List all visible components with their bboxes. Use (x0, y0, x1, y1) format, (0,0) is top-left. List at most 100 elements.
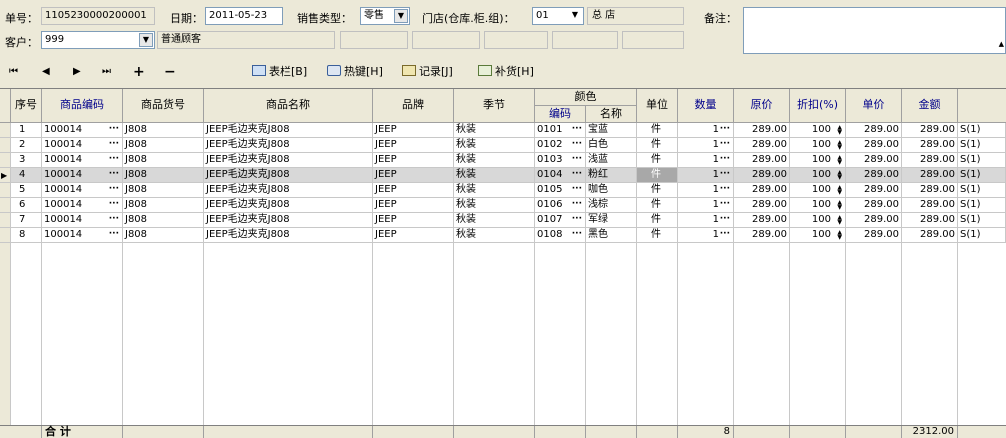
cell-color-code[interactable]: 0107 ··· (535, 213, 586, 228)
customer-select[interactable]: 999 ▼ (41, 31, 155, 49)
cell-seq[interactable]: 4 (11, 168, 42, 183)
cell-amount[interactable]: 289.00 (902, 228, 958, 243)
cell-amount[interactable]: 289.00 (902, 123, 958, 138)
cell-item-no[interactable]: J808 (123, 198, 204, 213)
table-row[interactable]: 8 100014 ··· J808 JEEP毛边夹克J808 JEEP 秋装 0108 ··· 黑… (0, 228, 1006, 243)
col-header-season[interactable]: 季节 (454, 89, 535, 123)
ellipsis-icon[interactable]: ··· (109, 123, 119, 135)
cell-size[interactable]: S(1) (958, 213, 1006, 228)
cell-unit[interactable]: 件 (637, 153, 678, 168)
cell-brand[interactable]: JEEP (373, 168, 454, 183)
cell-brand[interactable]: JEEP (373, 228, 454, 243)
cell-color-code[interactable]: 0101 ··· (535, 123, 586, 138)
chevron-down-icon[interactable]: ▼ (568, 9, 582, 23)
cell-amount[interactable]: 289.00 (902, 153, 958, 168)
ellipsis-icon[interactable]: ··· (572, 153, 582, 165)
col-header-amount[interactable]: 金额 (902, 89, 958, 123)
cell-item-no[interactable]: J808 (123, 228, 204, 243)
ellipsis-icon[interactable]: ··· (109, 153, 119, 165)
cell-size[interactable]: S(1) (958, 168, 1006, 183)
cell-discount[interactable]: 100 ▲ ▼ (790, 228, 846, 243)
spinner-icon[interactable]: ▲ ▼ (837, 140, 842, 151)
col-header-color[interactable]: 颜色 (535, 89, 637, 106)
cell-qty[interactable]: 1 ··· (678, 213, 734, 228)
cell-qty[interactable]: 1 ··· (678, 123, 734, 138)
cell-season[interactable]: 秋装 (454, 153, 535, 168)
cell-size[interactable]: S(1) (958, 138, 1006, 153)
cell-color-code[interactable]: 0106 ··· (535, 198, 586, 213)
cell-season[interactable]: 秋装 (454, 138, 535, 153)
cell-color-name[interactable]: 浅蓝 (586, 153, 637, 168)
cell-qty[interactable]: 1 ··· (678, 168, 734, 183)
cell-qty[interactable]: 1 ··· (678, 198, 734, 213)
cell-brand[interactable]: JEEP (373, 183, 454, 198)
ellipsis-icon[interactable]: ··· (109, 198, 119, 210)
cell-item-code[interactable]: 100014 ··· (42, 213, 123, 228)
cell-item-code[interactable]: 100014 ··· (42, 183, 123, 198)
cell-discount[interactable]: 100 ▲ ▼ (790, 183, 846, 198)
cell-price[interactable]: 289.00 (734, 168, 790, 183)
cell-price[interactable]: 289.00 (734, 183, 790, 198)
col-header-price[interactable]: 原价 (734, 89, 790, 123)
cell-brand[interactable]: JEEP (373, 198, 454, 213)
cell-amount[interactable]: 289.00 (902, 198, 958, 213)
date-field[interactable]: 2011-05-23 (205, 7, 283, 25)
ellipsis-icon[interactable]: ··· (572, 228, 582, 240)
col-header-qty[interactable]: 数量 (678, 89, 734, 123)
first-record-icon[interactable]: ⏮ (9, 62, 18, 82)
cell-amount[interactable]: 289.00 (902, 168, 958, 183)
table-row[interactable]: 3 100014 ··· J808 JEEP毛边夹克J808 JEEP 秋装 0103 ··· 浅… (0, 153, 1006, 168)
record-button[interactable]: 记录[J] (402, 62, 453, 82)
cell-color-name[interactable]: 军绿 (586, 213, 637, 228)
cell-unit-price[interactable]: 289.00 (846, 198, 902, 213)
ellipsis-icon[interactable]: ··· (720, 198, 730, 210)
cell-unit[interactable]: 件 (637, 168, 678, 183)
ellipsis-icon[interactable]: ··· (720, 123, 730, 135)
cell-seq[interactable]: 1 (11, 123, 42, 138)
ellipsis-icon[interactable]: ··· (109, 183, 119, 195)
sale-type-select[interactable]: 零售 ▼ (360, 7, 410, 25)
cell-color-name[interactable]: 粉红 (586, 168, 637, 183)
cell-seq[interactable]: 3 (11, 153, 42, 168)
cell-season[interactable]: 秋装 (454, 213, 535, 228)
cell-brand[interactable]: JEEP (373, 138, 454, 153)
cell-discount[interactable]: 100 ▲ ▼ (790, 168, 846, 183)
cell-season[interactable]: 秋装 (454, 168, 535, 183)
cell-color-name[interactable]: 白色 (586, 138, 637, 153)
cell-unit-price[interactable]: 289.00 (846, 123, 902, 138)
cell-season[interactable]: 秋装 (454, 183, 535, 198)
cell-item-no[interactable]: J808 (123, 213, 204, 228)
col-header-seq[interactable]: 序号 (11, 89, 42, 123)
cell-item-name[interactable]: JEEP毛边夹克J808 (204, 198, 373, 213)
cell-color-code[interactable]: 0105 ··· (535, 183, 586, 198)
cell-color-code[interactable]: 0108 ··· (535, 228, 586, 243)
cell-color-name[interactable]: 宝蓝 (586, 123, 637, 138)
cell-color-code[interactable]: 0102 ··· (535, 138, 586, 153)
cell-item-code[interactable]: 100014 ··· (42, 198, 123, 213)
cell-size[interactable]: S(1) (958, 123, 1006, 138)
cell-amount[interactable]: 289.00 (902, 183, 958, 198)
cell-unit[interactable]: 件 (637, 123, 678, 138)
cell-qty[interactable]: 1 ··· (678, 228, 734, 243)
cell-unit-price[interactable]: 289.00 (846, 168, 902, 183)
chevron-down-icon[interactable]: ▼ (394, 9, 408, 23)
cell-price[interactable]: 289.00 (734, 228, 790, 243)
cell-unit-price[interactable]: 289.00 (846, 153, 902, 168)
cell-item-name[interactable]: JEEP毛边夹克J808 (204, 153, 373, 168)
cell-item-name[interactable]: JEEP毛边夹克J808 (204, 123, 373, 138)
cell-seq[interactable]: 5 (11, 183, 42, 198)
cell-item-name[interactable]: JEEP毛边夹克J808 (204, 213, 373, 228)
cell-item-name[interactable]: JEEP毛边夹克J808 (204, 168, 373, 183)
spinner-icon[interactable]: ▲ ▼ (837, 170, 842, 181)
table-row[interactable]: ▶ 4 100014 ··· J808 JEEP毛边夹克J808 JEEP 秋装 0104 ···… (0, 168, 1006, 183)
ellipsis-icon[interactable]: ··· (720, 168, 730, 180)
cell-seq[interactable]: 8 (11, 228, 42, 243)
ellipsis-icon[interactable]: ··· (720, 138, 730, 150)
cell-season[interactable]: 秋装 (454, 228, 535, 243)
col-header-discount[interactable]: 折扣(%) (790, 89, 846, 123)
cell-discount[interactable]: 100 ▲ ▼ (790, 198, 846, 213)
spinner-icon[interactable]: ▲ ▼ (837, 200, 842, 211)
cell-seq[interactable]: 6 (11, 198, 42, 213)
next-record-icon[interactable]: ▶ (73, 62, 81, 82)
cell-unit[interactable]: 件 (637, 138, 678, 153)
